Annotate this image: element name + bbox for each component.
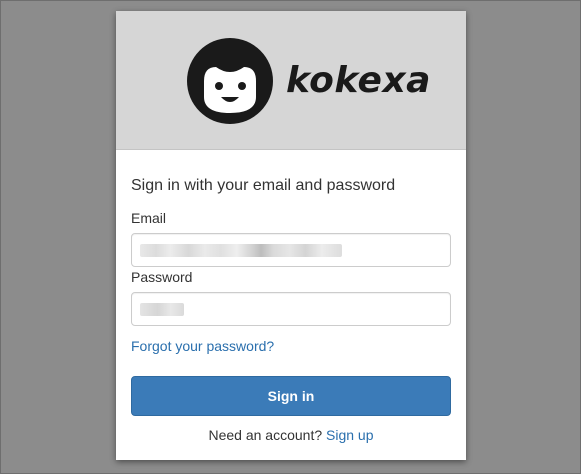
login-card: kokexa Sign in with your email and passw… <box>116 11 466 460</box>
smiling-face-logo-icon <box>187 38 273 124</box>
signup-link[interactable]: Sign up <box>326 427 373 443</box>
forgot-password-link[interactable]: Forgot your password? <box>131 338 274 354</box>
password-field[interactable] <box>131 292 451 326</box>
email-label: Email <box>131 210 167 226</box>
password-redacted-value <box>140 303 184 316</box>
form-heading: Sign in with your email and password <box>131 177 396 194</box>
signup-prompt: Need an account? <box>208 427 327 443</box>
email-field[interactable] <box>131 233 451 267</box>
brand-banner: kokexa <box>116 11 466 150</box>
password-label: Password <box>131 269 193 285</box>
email-redacted-value <box>140 244 342 257</box>
sign-in-button[interactable]: Sign in <box>131 376 451 416</box>
brand-name: kokexa <box>286 60 431 101</box>
signup-row: Need an account? Sign up <box>131 427 451 443</box>
